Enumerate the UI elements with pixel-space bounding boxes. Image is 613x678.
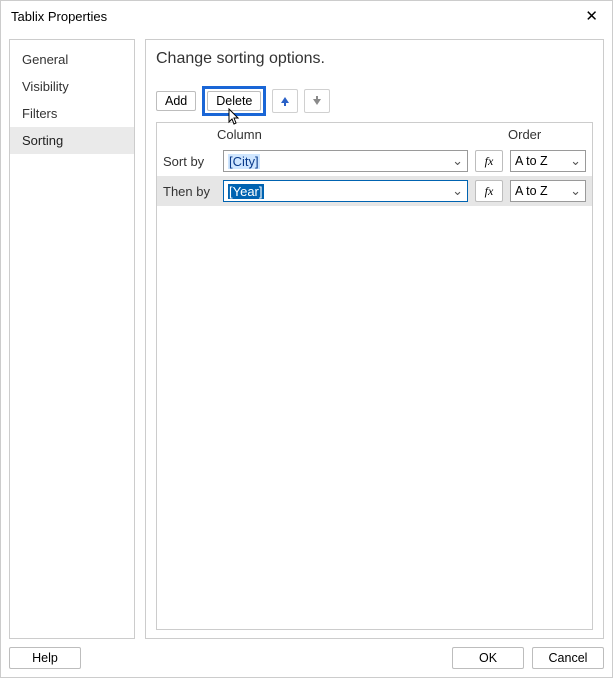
chevron-down-icon: ⌄ (567, 183, 581, 199)
sort-row-0[interactable]: Sort by [City] ⌄ fx A to Z ⌄ (157, 146, 592, 176)
arrow-down-icon (311, 95, 323, 107)
order-dropdown[interactable]: A to Z ⌄ (510, 180, 586, 202)
sort-column-dropdown[interactable]: [Year] ⌄ (223, 180, 468, 202)
close-icon[interactable]: ✕ (581, 7, 602, 25)
row-label: Sort by (163, 154, 217, 169)
dropdown-value: A to Z (515, 154, 567, 168)
header-order: Order (508, 127, 586, 142)
toolbar: Add Delete (156, 86, 593, 116)
add-button[interactable]: Add (156, 91, 196, 111)
sidebar-item-label: Sorting (22, 133, 63, 148)
dialog-body: General Visibility Filters Sorting Chang… (1, 31, 612, 639)
grid-header: Column Order (157, 123, 592, 146)
sort-column-dropdown[interactable]: [City] ⌄ (223, 150, 468, 172)
dropdown-value: [Year] (228, 184, 449, 199)
cancel-button[interactable]: Cancel (532, 647, 604, 669)
expression-button[interactable]: fx (475, 150, 503, 172)
sidebar-item-sorting[interactable]: Sorting (10, 127, 134, 154)
order-dropdown[interactable]: A to Z ⌄ (510, 150, 586, 172)
dropdown-value: [City] (228, 154, 449, 169)
sidebar-item-filters[interactable]: Filters (10, 100, 134, 127)
ok-button[interactable]: OK (452, 647, 524, 669)
sidebar-item-visibility[interactable]: Visibility (10, 73, 134, 100)
panel-heading: Change sorting options. (156, 50, 593, 68)
sidebar-item-label: General (22, 52, 68, 67)
delete-button-highlight: Delete (202, 86, 266, 116)
tablix-properties-dialog: Tablix Properties ✕ General Visibility F… (0, 0, 613, 678)
sidebar-item-label: Filters (22, 106, 57, 121)
sidebar-item-general[interactable]: General (10, 46, 134, 73)
window-title: Tablix Properties (11, 9, 107, 24)
expression-button[interactable]: fx (475, 180, 503, 202)
main-panel: Change sorting options. Add Delete Colum… (145, 39, 604, 639)
delete-button[interactable]: Delete (207, 91, 261, 111)
move-up-button[interactable] (272, 89, 298, 113)
titlebar: Tablix Properties ✕ (1, 1, 612, 31)
chevron-down-icon: ⌄ (449, 183, 463, 199)
dropdown-value: A to Z (515, 184, 567, 198)
sidebar-item-label: Visibility (22, 79, 69, 94)
sort-row-1[interactable]: Then by [Year] ⌄ fx A to Z ⌄ (157, 176, 592, 206)
header-column: Column (217, 127, 478, 142)
sort-grid: Column Order Sort by [City] ⌄ fx (156, 122, 593, 630)
footer: Help OK Cancel (1, 639, 612, 677)
move-down-button[interactable] (304, 89, 330, 113)
chevron-down-icon: ⌄ (567, 153, 581, 169)
sidebar: General Visibility Filters Sorting (9, 39, 135, 639)
row-label: Then by (163, 184, 217, 199)
chevron-down-icon: ⌄ (449, 153, 463, 169)
help-button[interactable]: Help (9, 647, 81, 669)
arrow-up-icon (279, 95, 291, 107)
